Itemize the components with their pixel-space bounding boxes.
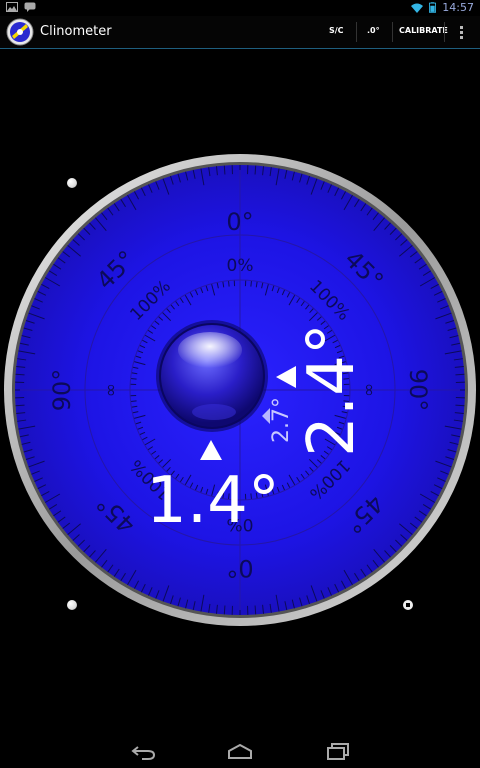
recent-apps-icon[interactable] — [324, 742, 352, 762]
app-title: Clinometer — [40, 24, 112, 39]
inner-label-top: 0% — [227, 256, 254, 276]
inner-tick — [250, 280, 252, 287]
outer-tick — [223, 165, 226, 175]
inner-tick — [228, 280, 230, 287]
clinometer-dial[interactable]: 0° 0° 90° 90° 45° 45° 45° 45° 0% 0% ∞ ∞ … — [0, 150, 480, 630]
decimal-button[interactable]: .0° — [367, 26, 380, 35]
inner-tick — [130, 378, 137, 380]
image-notification-icon — [6, 2, 18, 12]
outer-tick — [15, 373, 25, 376]
vertical-angle-reading: 2.4° — [295, 323, 369, 457]
inner-label-left: ∞ — [101, 383, 121, 397]
action-divider — [356, 22, 357, 42]
calibrate-button[interactable]: CALIBRATE — [399, 26, 448, 35]
app-logo-icon[interactable] — [6, 18, 34, 46]
outer-tick — [223, 605, 226, 615]
sc-button[interactable]: S/C — [329, 26, 344, 35]
outer-label-right: 90° — [404, 369, 432, 412]
outer-label-top: 0° — [226, 208, 253, 236]
back-icon[interactable] — [130, 742, 158, 762]
chat-notification-icon — [24, 2, 36, 12]
outer-tick — [254, 165, 257, 175]
navigation-bar — [0, 736, 480, 768]
outer-tick — [15, 404, 25, 407]
wifi-icon — [411, 3, 424, 13]
battery-icon — [429, 2, 437, 13]
inner-tick — [130, 400, 137, 402]
outer-label-left: 90° — [48, 369, 76, 412]
level-bubble[interactable] — [156, 320, 268, 432]
combined-angle-reading: 2.7° — [269, 397, 294, 443]
action-divider — [444, 22, 445, 42]
home-icon[interactable] — [226, 742, 254, 762]
status-time: 14:57 — [442, 1, 474, 14]
outer-tick — [455, 404, 465, 407]
outer-tick — [254, 605, 257, 615]
outer-tick — [455, 373, 465, 376]
more-vert-icon[interactable] — [460, 25, 464, 41]
status-bar: 14:57 — [0, 0, 480, 16]
horizontal-angle-reading: 1.4° — [146, 464, 280, 538]
action-bar: Clinometer S/C .0° CALIBRATE — [0, 16, 480, 49]
outer-label-bottom: 0° — [226, 554, 253, 582]
action-divider — [392, 22, 393, 42]
